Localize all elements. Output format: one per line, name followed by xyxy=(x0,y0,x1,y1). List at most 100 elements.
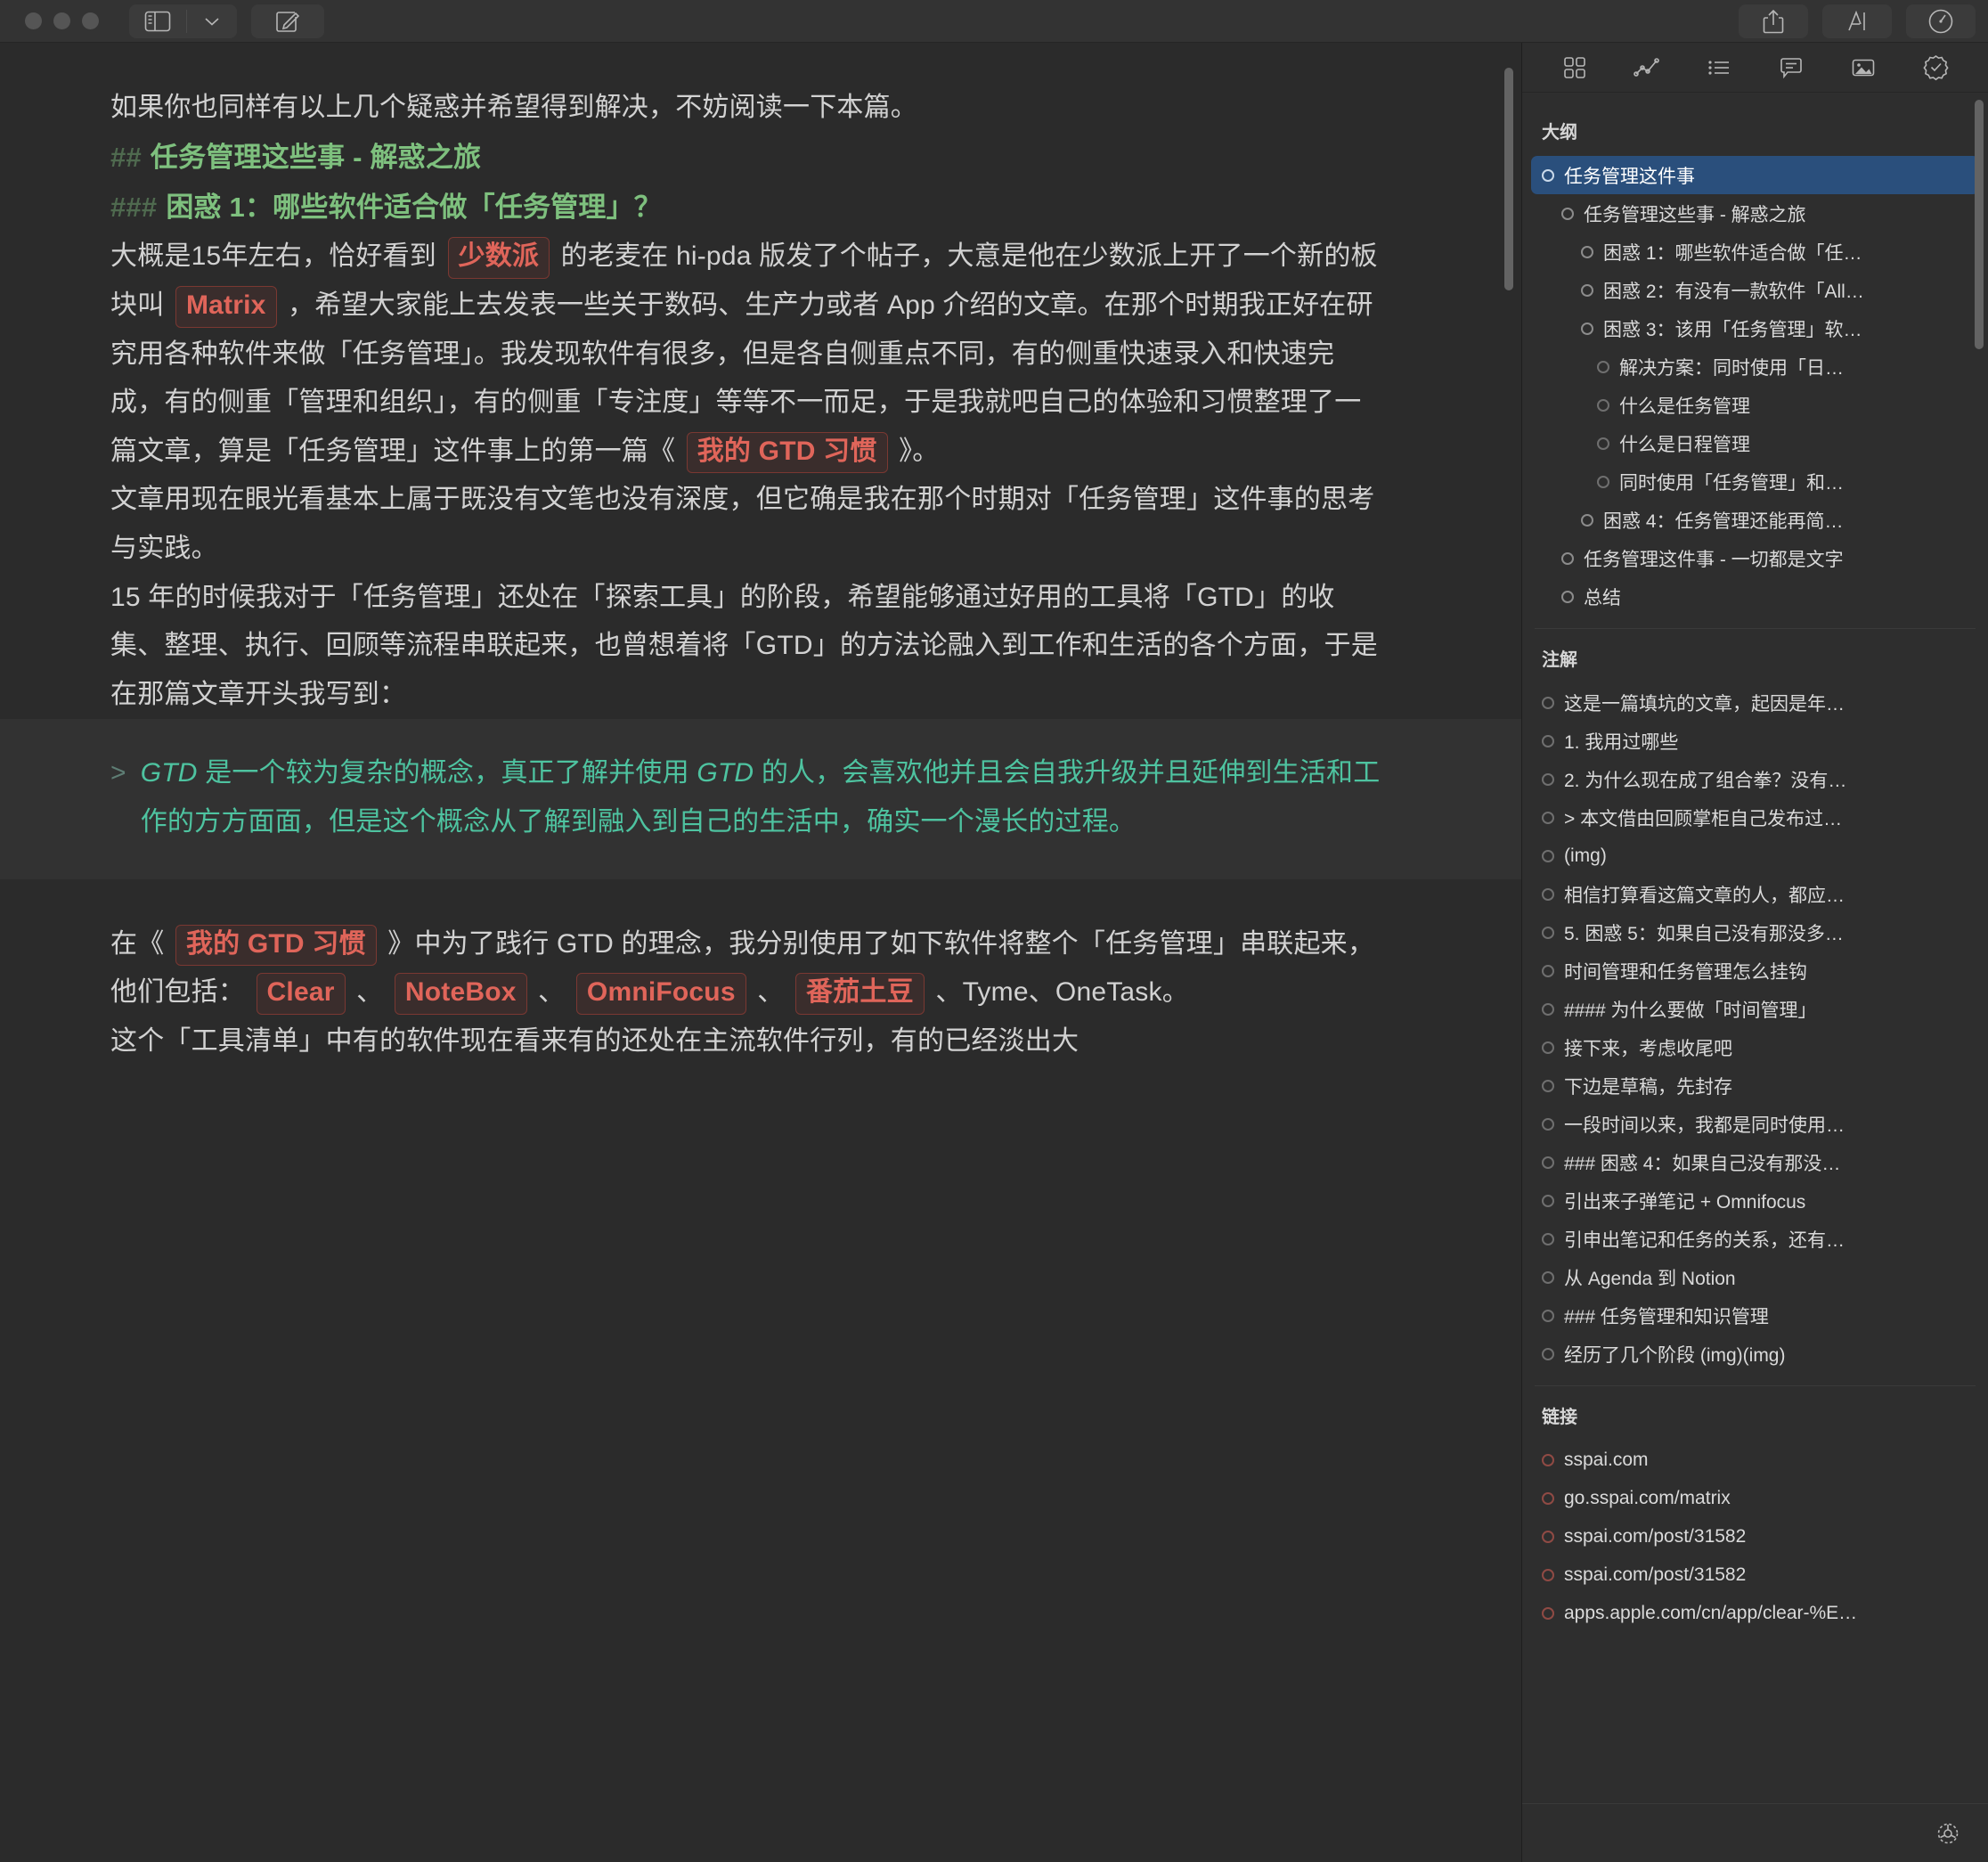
heading-level-4-text: 困惑 1：哪些软件适合做「任务管理」？ xyxy=(166,192,662,223)
sidebar-scroll-area[interactable]: 大纲 任务管理这件事任务管理这些事 - 解惑之旅困惑 1：哪些软件适合做「任…困… xyxy=(1522,93,1988,1803)
outline-list[interactable]: 任务管理这件事任务管理这些事 - 解惑之旅困惑 1：哪些软件适合做「任… 困惑 2… xyxy=(1522,156,1988,616)
outline-item-10[interactable]: 任务管理这件事 - 一切都是文字 xyxy=(1531,539,1979,577)
blockquote-em-1: GTD xyxy=(141,758,198,788)
outline-item-11[interactable]: 总结 xyxy=(1531,577,1979,616)
window-controls[interactable] xyxy=(25,12,99,29)
bullet-icon xyxy=(1561,208,1574,220)
tab-outline[interactable] xyxy=(1695,49,1743,86)
annotation-item-4[interactable]: (img) xyxy=(1531,837,1979,875)
link-tag-clear[interactable]: Clear xyxy=(257,973,346,1015)
outline-item-9[interactable]: 困惑 4：任务管理还能再简… xyxy=(1531,501,1979,539)
annotation-item-17[interactable]: 经历了几个阶段 (img)(img) xyxy=(1531,1335,1979,1373)
outline-item-8[interactable]: 同时使用「任务管理」和… xyxy=(1531,462,1979,501)
outline-item-5[interactable]: 解决方案：同时使用「日… xyxy=(1531,347,1979,386)
link-tag-notebox[interactable]: NoteBox xyxy=(395,973,527,1015)
link-item-4[interactable]: apps.apple.com/cn/app/clear-%E… xyxy=(1531,1594,1979,1632)
annotation-item-1[interactable]: 1. 我用过哪些 xyxy=(1531,722,1979,760)
bullet-icon xyxy=(1542,1531,1554,1543)
bullet-icon xyxy=(1597,399,1609,412)
annotation-item-6[interactable]: 5. 困惑 5：如果自己没有那没多… xyxy=(1531,913,1979,951)
bullet-icon xyxy=(1597,476,1609,488)
blockquote-em-2: GTD xyxy=(697,758,754,788)
compose-button[interactable] xyxy=(251,4,324,38)
annotation-item-16[interactable]: ### 任务管理和知识管理 xyxy=(1531,1296,1979,1335)
outline-item-label: 困惑 3：该用「任务管理」软… xyxy=(1603,315,1862,342)
sidebar-scrollbar[interactable] xyxy=(1975,100,1984,349)
annotation-item-7[interactable]: 时间管理和任务管理怎么挂钩 xyxy=(1531,951,1979,990)
bullet-icon xyxy=(1542,1003,1554,1016)
link-tag-gtd-habit-2[interactable]: 我的 GTD 习惯 xyxy=(175,925,377,967)
annotation-item-15[interactable]: 从 Agenda 到 Notion xyxy=(1531,1258,1979,1296)
annotation-item-10[interactable]: 下边是草稿，先封存 xyxy=(1531,1066,1979,1105)
bullet-icon xyxy=(1542,1454,1554,1466)
annotation-item-13[interactable]: 引出来子弹笔记 + Omnifocus xyxy=(1531,1181,1979,1220)
paragraph-1-part-a: 大概是15年左右，恰好看到 xyxy=(110,241,444,271)
heading-level-4: ###困惑 1：哪些软件适合做「任务管理」？ xyxy=(110,183,1388,233)
bullet-icon xyxy=(1542,1195,1554,1207)
tab-statistics[interactable] xyxy=(1623,49,1671,86)
link-tag-gtd-habit[interactable]: 我的 GTD 习惯 xyxy=(687,432,888,474)
outline-item-2[interactable]: 困惑 1：哪些软件适合做「任… xyxy=(1531,233,1979,271)
annotation-item-label: 5. 困惑 5：如果自己没有那没多… xyxy=(1564,919,1844,946)
bullet-icon xyxy=(1542,927,1554,939)
main-content: 如果你也同样有以上几个疑惑并希望得到解决，不妨阅读一下本篇。 ##任务管理这些事… xyxy=(0,43,1988,1862)
outline-item-1[interactable]: 任务管理这些事 - 解惑之旅 xyxy=(1531,194,1979,233)
heading-level-3: ##任务管理这些事 - 解惑之旅 xyxy=(110,133,1388,183)
link-tag-matrix[interactable]: Matrix xyxy=(175,286,277,328)
link-item-3[interactable]: sspai.com/post/31582 xyxy=(1531,1556,1979,1594)
document-editor[interactable]: 如果你也同样有以上几个疑惑并希望得到解决，不妨阅读一下本篇。 ##任务管理这些事… xyxy=(0,43,1521,1862)
chevron-down-icon xyxy=(202,15,222,28)
sidebar-toggle-group[interactable] xyxy=(129,4,237,38)
link-item-1[interactable]: go.sspai.com/matrix xyxy=(1531,1479,1979,1517)
annotation-item-label: (img) xyxy=(1564,845,1607,867)
annotation-item-5[interactable]: 相信打算看这篇文章的人，都应… xyxy=(1531,875,1979,913)
links-list[interactable]: sspai.comgo.sspai.com/matrixsspai.com/po… xyxy=(1522,1441,1988,1632)
outline-item-label: 同时使用「任务管理」和… xyxy=(1619,469,1844,495)
annotation-item-0[interactable]: 这是一篇填坑的文章，起因是年… xyxy=(1531,683,1979,722)
link-tag-pomotodo[interactable]: 番茄土豆 xyxy=(795,973,925,1015)
annotation-item-8[interactable]: #### 为什么要做「时间管理」 xyxy=(1531,990,1979,1028)
sidebar-options-button[interactable] xyxy=(187,4,237,38)
outline-item-6[interactable]: 什么是任务管理 xyxy=(1531,386,1979,424)
annotation-item-12[interactable]: ### 困惑 4：如果自己没有那没… xyxy=(1531,1143,1979,1181)
annotation-item-label: 经历了几个阶段 (img)(img) xyxy=(1564,1341,1785,1368)
outline-item-7[interactable]: 什么是日程管理 xyxy=(1531,424,1979,462)
outline-item-4[interactable]: 困惑 3：该用「任务管理」软… xyxy=(1531,309,1979,347)
outline-item-3[interactable]: 困惑 2：有没有一款软件「All… xyxy=(1531,271,1979,309)
blockquote: > GTD 是一个较为复杂的概念，真正了解并使用 GTD 的人，会喜欢他并且会自… xyxy=(0,719,1521,878)
link-tag-sspai[interactable]: 少数派 xyxy=(448,237,550,279)
statistics-button[interactable] xyxy=(1906,4,1976,38)
tab-images[interactable] xyxy=(1839,49,1887,86)
outline-item-label: 困惑 2：有没有一款软件「All… xyxy=(1603,277,1864,304)
zoom-button[interactable] xyxy=(82,12,99,29)
tab-comments[interactable] xyxy=(1767,49,1815,86)
paragraph-4: 在《 我的 GTD 习惯 》中为了践行 GTD 的理念，我分别使用了如下软件将整… xyxy=(110,920,1388,1017)
bullet-icon xyxy=(1581,246,1593,258)
gear-settings-icon[interactable] xyxy=(1933,1818,1963,1849)
annotation-item-2[interactable]: 2. 为什么现在成了组合拳？没有… xyxy=(1531,760,1979,798)
share-button[interactable] xyxy=(1739,4,1808,38)
tab-proofread[interactable] xyxy=(1911,49,1959,86)
annotation-item-14[interactable]: 引申出笔记和任务的关系，还有… xyxy=(1531,1220,1979,1258)
bullet-icon xyxy=(1542,1156,1554,1169)
annotation-item-11[interactable]: 一段时间以来，我都是同时使用… xyxy=(1531,1105,1979,1143)
annotation-item-label: 一段时间以来，我都是同时使用… xyxy=(1564,1111,1845,1138)
bullet-icon xyxy=(1542,1492,1554,1505)
outline-item-0[interactable]: 任务管理这件事 xyxy=(1531,156,1979,194)
link-item-0[interactable]: sspai.com xyxy=(1531,1441,1979,1479)
sidebar-toggle-button[interactable] xyxy=(129,4,186,38)
minimize-button[interactable] xyxy=(53,12,70,29)
typography-button[interactable] xyxy=(1822,4,1892,38)
editor-scrollbar[interactable] xyxy=(1504,68,1513,290)
link-item-2[interactable]: sspai.com/post/31582 xyxy=(1531,1517,1979,1556)
link-tag-omnifocus[interactable]: OmniFocus xyxy=(576,973,746,1015)
paragraph-3: 15 年的时候我对于「任务管理」还处在「探索工具」的阶段，希望能够通过好用的工具… xyxy=(110,574,1388,720)
annotation-item-9[interactable]: 接下来，考虑收尾吧 xyxy=(1531,1028,1979,1066)
paragraph-4-sep-1: 、 xyxy=(349,977,391,1007)
annotation-item-3[interactable]: > 本文借由回顾掌柜自己发布过… xyxy=(1531,798,1979,837)
close-button[interactable] xyxy=(25,12,42,29)
tab-panels[interactable] xyxy=(1551,49,1599,86)
document-body[interactable]: 如果你也同样有以上几个疑惑并希望得到解决，不妨阅读一下本篇。 ##任务管理这些事… xyxy=(0,43,1521,1066)
annotations-list[interactable]: 这是一篇填坑的文章，起因是年…1. 我用过哪些2. 为什么现在成了组合拳？没有…… xyxy=(1522,683,1988,1373)
link-item-label: apps.apple.com/cn/app/clear-%E… xyxy=(1564,1603,1857,1624)
